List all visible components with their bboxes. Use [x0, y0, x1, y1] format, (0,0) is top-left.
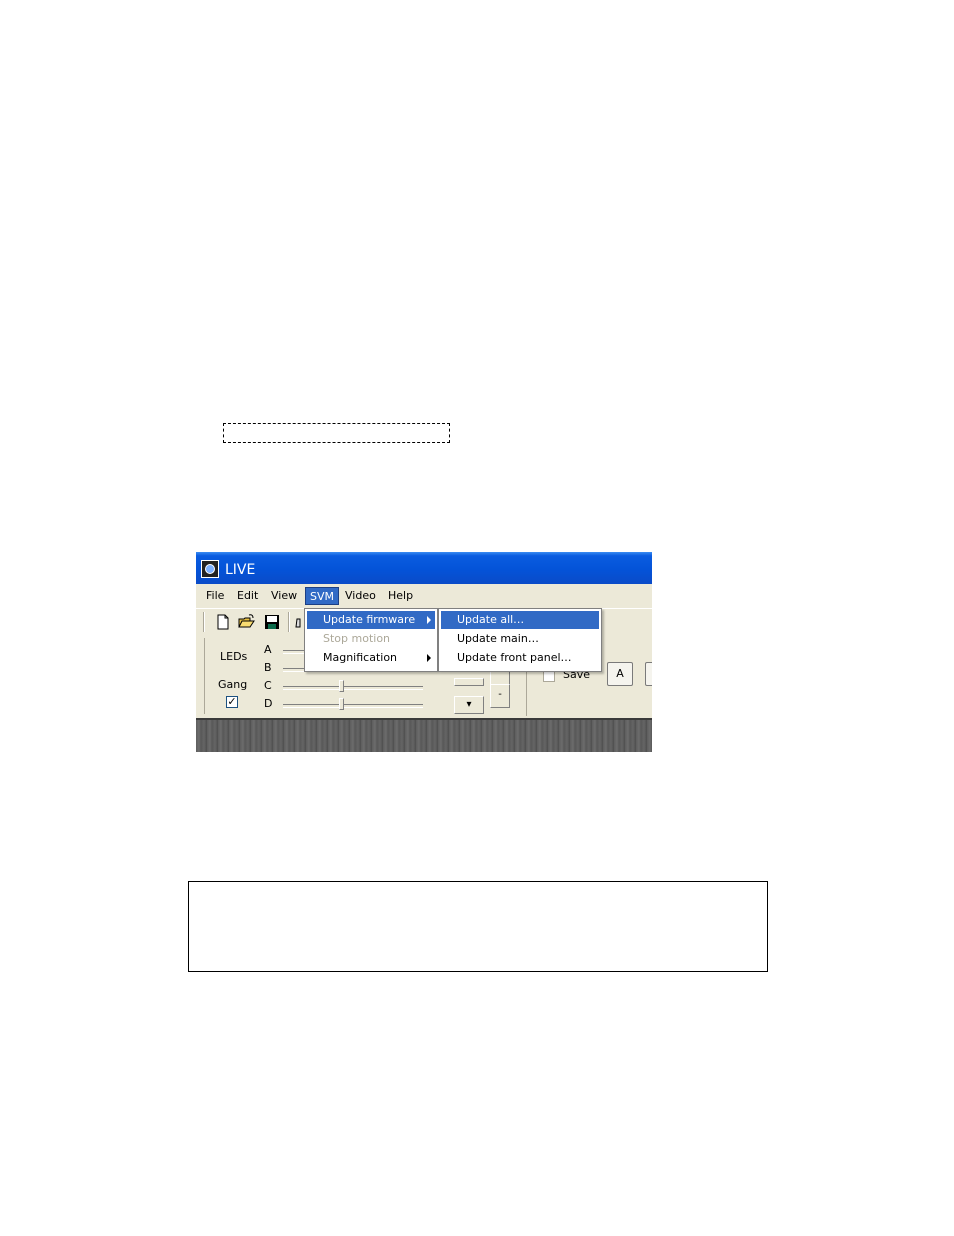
title-bar[interactable]: LIVE: [196, 552, 652, 584]
spin-down-button[interactable]: -: [490, 684, 510, 708]
submenu-arrow-icon: [427, 616, 431, 624]
open-folder-icon[interactable]: [238, 613, 256, 631]
window-title: LIVE: [225, 562, 256, 578]
menu-item-update-firmware[interactable]: Update firmware: [307, 611, 435, 629]
submenu-arrow-icon: [427, 654, 431, 662]
menu-item-update-firmware-label: Update firmware: [323, 613, 416, 626]
gang-checkbox[interactable]: ✓: [226, 696, 238, 708]
toolbar-separator: [288, 612, 290, 632]
empty-bordered-box: [188, 881, 768, 972]
gang-label: Gang: [218, 678, 248, 691]
channel-b-label: B: [264, 661, 272, 674]
b-button[interactable]: [645, 662, 652, 686]
save-disk-icon[interactable]: [263, 613, 281, 631]
menu-help[interactable]: Help: [384, 588, 417, 604]
dashed-outline-box: [223, 423, 450, 443]
print-icon[interactable]: [294, 613, 304, 631]
svm-dropdown-menu: Update firmware Stop motion Magnificatio…: [304, 608, 438, 672]
toolbar-grip: [203, 612, 205, 632]
menu-video[interactable]: Video: [341, 588, 380, 604]
a-button[interactable]: A: [607, 662, 633, 686]
channel-d-label: D: [264, 697, 273, 710]
preset-dropdown-button[interactable]: ▾: [454, 696, 484, 714]
menu-item-stop-motion-label: Stop motion: [323, 632, 391, 645]
menu-file[interactable]: File: [202, 588, 228, 604]
video-preview: [196, 718, 652, 752]
slider-c-track[interactable]: [283, 686, 423, 690]
new-file-icon[interactable]: [214, 613, 232, 631]
menu-item-update-main[interactable]: Update main…: [441, 630, 599, 648]
menu-item-update-front-panel[interactable]: Update front panel…: [441, 649, 599, 667]
menu-edit[interactable]: Edit: [233, 588, 262, 604]
menu-bar: File Edit View SVM Video Help: [196, 584, 652, 606]
menu-view[interactable]: View: [267, 588, 301, 604]
menu-svm[interactable]: SVM: [305, 587, 339, 605]
preset-field[interactable]: [454, 678, 484, 686]
leds-label: LEDs: [220, 650, 248, 663]
menu-item-magnification-label: Magnification: [323, 651, 398, 664]
menu-item-update-all[interactable]: Update all…: [441, 611, 599, 629]
slider-d-track[interactable]: [283, 704, 423, 708]
firmware-submenu: Update all… Update main… Update front pa…: [438, 608, 602, 672]
live-app-window: LIVE File Edit View SVM Video Help LEDs …: [196, 552, 652, 752]
channel-c-label: C: [264, 679, 272, 692]
menu-item-magnification[interactable]: Magnification: [307, 649, 435, 667]
slider-c-thumb[interactable]: [339, 680, 344, 692]
channel-a-label: A: [264, 643, 272, 656]
app-icon: [201, 560, 219, 578]
menu-item-stop-motion: Stop motion: [307, 630, 435, 648]
slider-d-thumb[interactable]: [339, 698, 344, 710]
